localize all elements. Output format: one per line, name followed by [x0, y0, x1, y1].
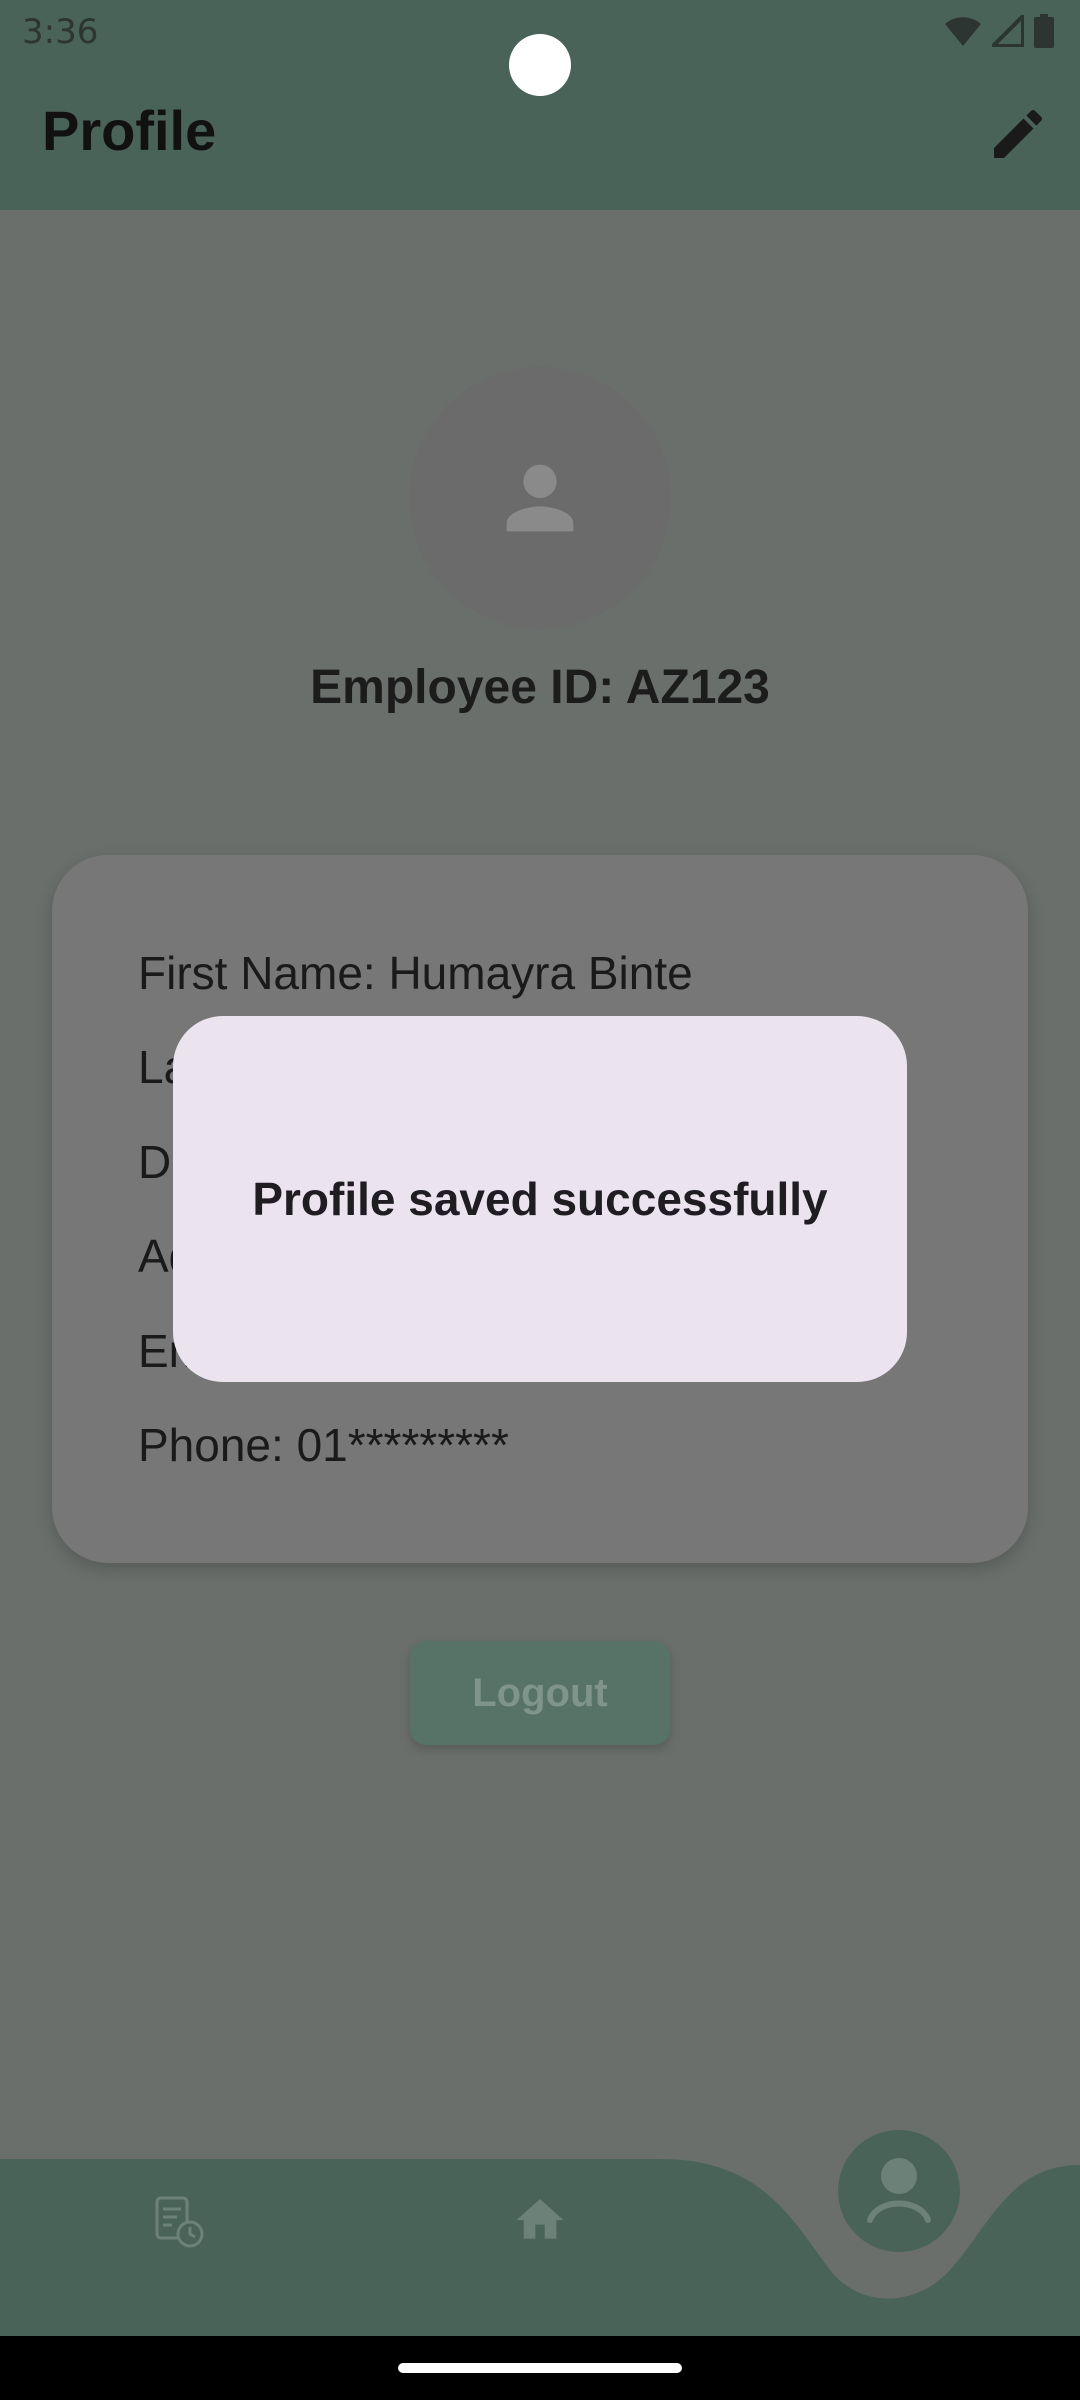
wifi-icon — [945, 17, 981, 46]
signal-icon — [992, 15, 1024, 47]
first-name-field: First Name: Humayra Binte — [138, 947, 693, 999]
avatar — [409, 367, 671, 629]
phone-field: Phone: 01********* — [138, 1419, 509, 1471]
profile-icon — [838, 2130, 960, 2252]
edit-icon — [994, 109, 1043, 158]
camera-cutout — [509, 34, 571, 96]
success-dialog[interactable]: Profile saved successfully — [173, 1016, 907, 1382]
logout-button[interactable]: Logout — [410, 1641, 670, 1745]
edit-button[interactable] — [986, 102, 1050, 166]
employee-id: Employee ID: AZ123 — [310, 661, 770, 714]
history-icon — [155, 2196, 204, 2248]
status-icons — [944, 14, 1054, 48]
bottom-nav — [0, 2120, 1080, 2336]
page-title: Profile — [42, 99, 217, 162]
gesture-handle[interactable] — [398, 2363, 682, 2373]
nav-profile[interactable] — [838, 2130, 960, 2257]
home-icon — [516, 2199, 564, 2239]
battery-icon — [1034, 14, 1054, 48]
person-icon — [506, 464, 574, 532]
nav-home[interactable] — [512, 2192, 568, 2253]
status-time: 3:36 — [22, 12, 99, 52]
dialog-message: Profile saved successfully — [252, 1173, 828, 1225]
nav-history[interactable] — [152, 2194, 206, 2255]
